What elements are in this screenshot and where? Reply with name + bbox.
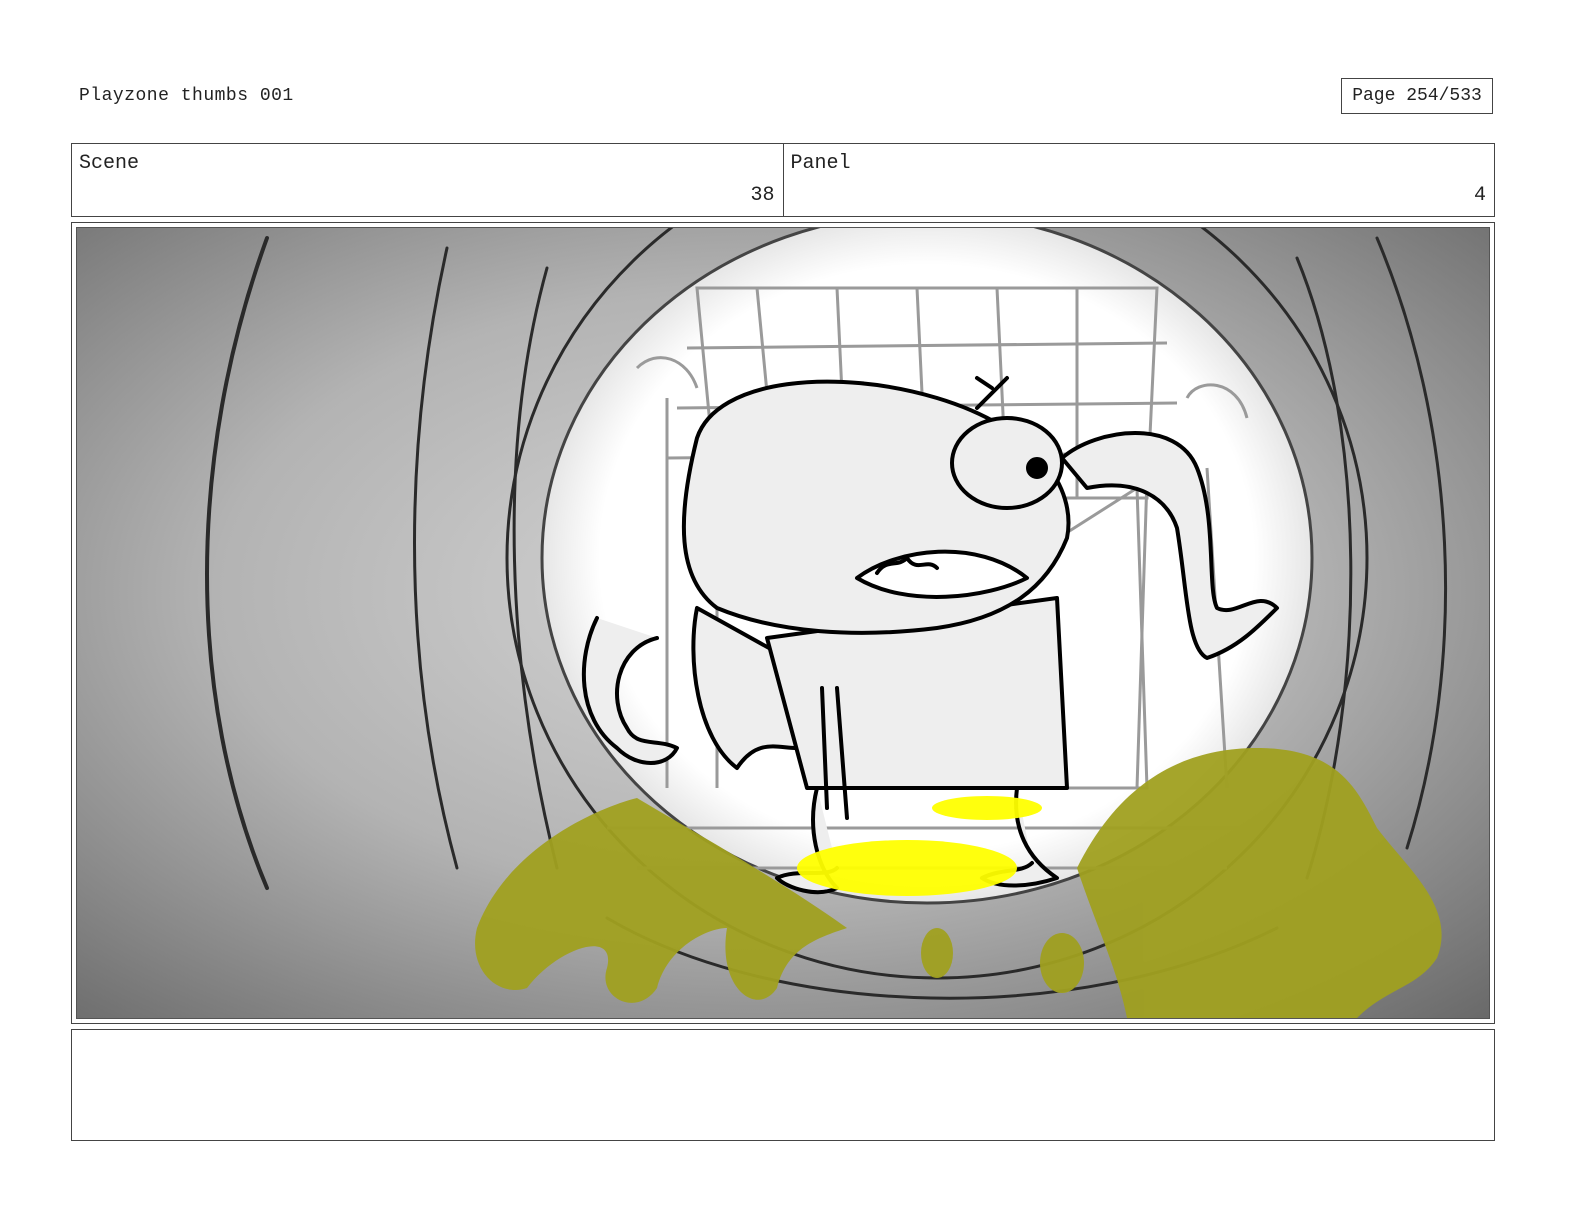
- monster-pupil: [1026, 457, 1048, 479]
- scene-panel-header: Scene 38 Panel 4: [71, 143, 1495, 217]
- panel-label: Panel: [790, 152, 851, 175]
- page-indicator: Page 254/533: [1341, 78, 1493, 114]
- document-title: Playzone thumbs 001: [79, 86, 294, 106]
- scene-cell: Scene 38: [72, 144, 783, 216]
- tunnel-sketch-illustration: [77, 228, 1489, 1018]
- panel-cell: Panel 4: [782, 144, 1495, 216]
- panel-artwork: [76, 227, 1490, 1019]
- panel-number: 4: [1473, 184, 1486, 207]
- storyboard-frame: [71, 222, 1495, 1024]
- scene-number: 38: [750, 184, 775, 207]
- panel-notes-box: [71, 1029, 1495, 1141]
- scene-label: Scene: [79, 152, 140, 175]
